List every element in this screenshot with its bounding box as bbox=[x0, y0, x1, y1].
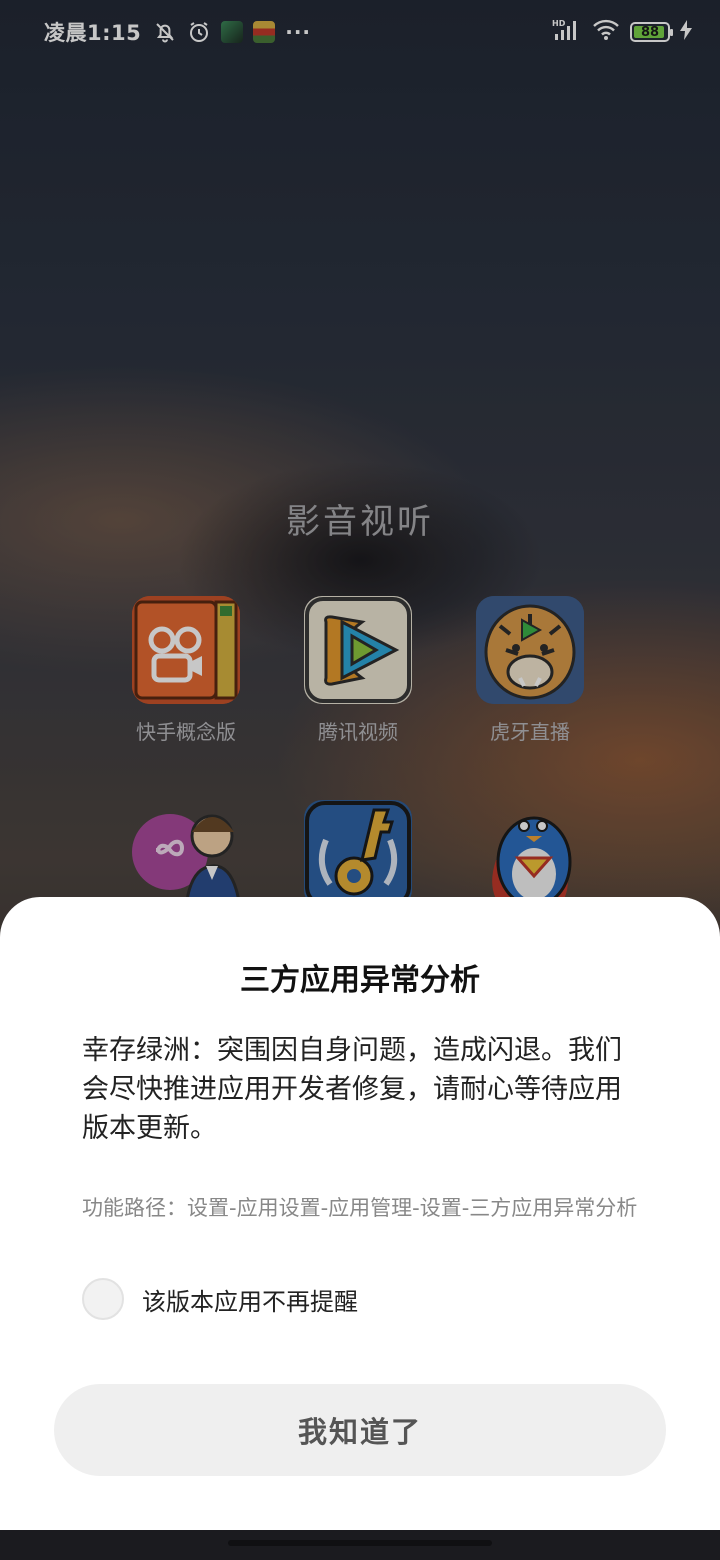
app-anomaly-dialog: 三方应用异常分析 幸存绿洲：突围因自身问题，造成闪退。我们会尽快推进应用开发者修… bbox=[0, 897, 720, 1530]
home-indicator[interactable] bbox=[228, 1540, 492, 1546]
dont-remind-checkbox-row[interactable]: 该版本应用不再提醒 bbox=[82, 1278, 358, 1320]
dialog-title: 三方应用异常分析 bbox=[240, 963, 480, 998]
dont-remind-label[interactable]: 该版本应用不再提醒 bbox=[142, 1282, 358, 1317]
navigation-bar bbox=[0, 1530, 720, 1560]
dialog-message: 幸存绿洲：突围因自身问题，造成闪退。我们会尽快推进应用开发者修复，请耐心等待应用… bbox=[82, 1035, 622, 1144]
got-it-button[interactable]: 我知道了 bbox=[54, 1384, 666, 1476]
dont-remind-checkbox[interactable] bbox=[82, 1278, 124, 1320]
settings-path-text: 功能路径：设置-应用设置-应用管理-设置-三方应用异常分析 bbox=[82, 1196, 638, 1220]
